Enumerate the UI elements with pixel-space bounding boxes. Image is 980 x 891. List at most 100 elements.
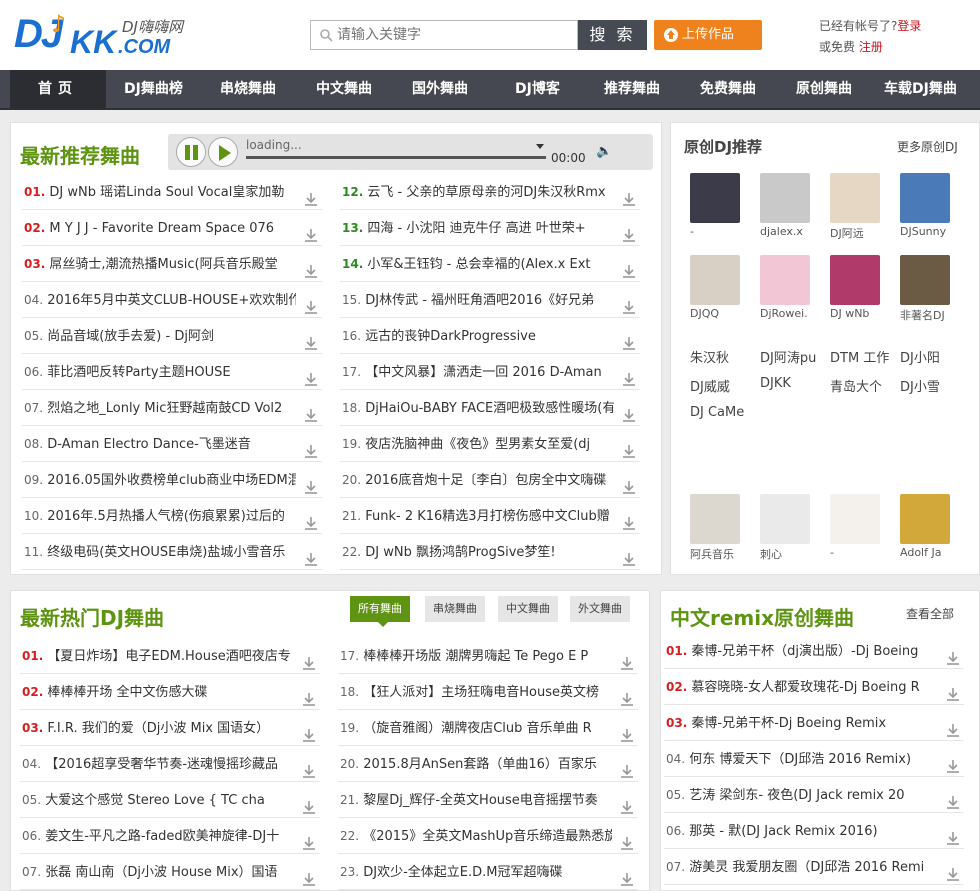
song-title[interactable]: M Y J J - Favorite Dream Space 076: [49, 221, 274, 236]
song-title[interactable]: 【夏日炸场】电子EDM.House酒吧夜店专: [47, 649, 290, 664]
dj-name-link[interactable]: DJ阿涛pu: [760, 347, 816, 366]
song-row[interactable]: 11. 终级电码(英文HOUSE串烧)盐城小雪音乐: [22, 534, 322, 570]
download-icon[interactable]: [302, 793, 316, 814]
song-title[interactable]: 屌丝骑士,潮流热播Music(阿兵音乐殿堂: [49, 257, 277, 272]
song-row[interactable]: 01. DJ wNb 瑶诺Linda Soul Vocal皇家加勒: [22, 174, 322, 210]
song-row[interactable]: 18. DjHaiOu-BABY FACE酒吧极致感性暖场(有: [340, 390, 640, 426]
song-title[interactable]: 四海 - 小沈阳 迪克牛仔 高进 叶世荣+: [367, 221, 585, 236]
song-row[interactable]: 08. D-Aman Electro Dance-飞墨迷音: [22, 426, 322, 462]
dj-avatar[interactable]: [690, 255, 740, 305]
more-original-dj-link[interactable]: 更多原创DJ: [897, 138, 958, 155]
song-title[interactable]: 大爱这个感觉 Stereo Love { TC cha: [45, 793, 265, 808]
site-logo[interactable]: DJ ♪ KK DJ嗨嗨网 .COM: [14, 10, 199, 60]
dj-name-link[interactable]: DJ CaMe: [690, 405, 744, 420]
song-title[interactable]: 【2016超享受奢华节奏-迷魂慢摇珍藏品: [45, 757, 278, 772]
song-title[interactable]: F.I.R. 我们的爱（Dj小波 Mix 国语女）: [47, 721, 269, 736]
tab-chinese[interactable]: 中文舞曲: [498, 596, 558, 622]
song-title[interactable]: 终级电码(英文HOUSE串烧)盐城小雪音乐: [47, 545, 285, 560]
song-row[interactable]: 06. 姜文生-平凡之路-faded欧美神旋律-DJ十: [20, 818, 320, 854]
song-row[interactable]: 21. Funk- 2 K16精选3月打榜伤感中文Club赠: [340, 498, 640, 534]
download-icon[interactable]: [622, 185, 636, 206]
nav-foreign[interactable]: 国外舞曲: [412, 70, 468, 108]
dj-name-link[interactable]: DJ小阳: [900, 347, 940, 366]
download-icon[interactable]: [620, 865, 634, 886]
song-title[interactable]: DjHaiOu-BABY FACE酒吧极致感性暖场(有: [365, 401, 614, 416]
download-icon[interactable]: [620, 685, 634, 706]
song-title[interactable]: 2016底音炮十足〔李白〕包房全中文嗨碟: [365, 473, 606, 488]
login-link[interactable]: 登录: [897, 19, 921, 33]
song-row[interactable]: 01. 秦博-兄弟干杯（dj演出版）-Dj Boeing: [664, 633, 964, 669]
song-row[interactable]: 03. 屌丝骑士,潮流热播Music(阿兵音乐殿堂: [22, 246, 322, 282]
song-row[interactable]: 04. 2016年5月中英文CLUB-HOUSE+欢欢制作: [22, 282, 322, 318]
nav-medley[interactable]: 串烧舞曲: [220, 70, 276, 108]
song-title[interactable]: D-Aman Electro Dance-飞墨迷音: [47, 437, 251, 452]
song-row[interactable]: 16. 远古的丧钟DarkProgressive: [340, 318, 640, 354]
song-row[interactable]: 09. 2016.05国外收费榜单club商业中场EDM混: [22, 462, 322, 498]
song-title[interactable]: 艺涛 梁剑东- 夜色(DJ Jack remix 20: [689, 788, 904, 803]
song-row[interactable]: 02. 棒棒棒开场 全中文伤感大碟: [20, 674, 320, 710]
song-row[interactable]: 04. 何东 博爱天下（DJ邱浩 2016 Remix): [664, 741, 964, 777]
dj-name[interactable]: -: [690, 225, 742, 238]
song-title[interactable]: 【中文风暴】潇洒走一回 2016 D-Aman: [365, 365, 602, 380]
download-icon[interactable]: [302, 649, 316, 670]
dj-avatar[interactable]: [900, 494, 950, 544]
dj-card[interactable]: DJSunny: [900, 173, 952, 243]
dj-avatar[interactable]: [690, 173, 740, 223]
download-icon[interactable]: [302, 829, 316, 850]
play-button[interactable]: [208, 137, 238, 167]
download-icon[interactable]: [304, 401, 318, 422]
song-title[interactable]: 张磊 南山南（Dj小波 House Mix）国语: [45, 865, 277, 880]
song-row[interactable]: 13. 四海 - 小沈阳 迪克牛仔 高进 叶世荣+: [340, 210, 640, 246]
song-row[interactable]: 23. DJ欢少-全体起立E.D.M冠军超嗨碟: [338, 854, 638, 890]
download-icon[interactable]: [622, 221, 636, 242]
download-icon[interactable]: [946, 824, 960, 845]
song-row[interactable]: 22. 《2015》全英文MashUp音乐缔造最熟悉旋: [338, 818, 638, 854]
song-title[interactable]: 秦博-兄弟干杯-Dj Boeing Remix: [691, 716, 886, 731]
song-row[interactable]: 21. 黎屋Dj_辉仔-全英文House电音摇摆节奏: [338, 782, 638, 818]
nav-free[interactable]: 免费舞曲: [700, 70, 756, 108]
download-icon[interactable]: [302, 757, 316, 778]
dj-name-link[interactable]: DTM 工作: [830, 347, 889, 366]
nav-original[interactable]: 原创舞曲: [796, 70, 852, 108]
download-icon[interactable]: [304, 257, 318, 278]
song-title[interactable]: 棒棒棒开场 全中文伤感大碟: [47, 685, 207, 700]
song-row[interactable]: 03. F.I.R. 我们的爱（Dj小波 Mix 国语女）: [20, 710, 320, 746]
song-title[interactable]: 秦博-兄弟干杯（dj演出版）-Dj Boeing: [691, 644, 918, 659]
song-row[interactable]: 19. 夜店洗脑神曲《夜色》型男素女至爱(dj: [340, 426, 640, 462]
song-row[interactable]: 05. 尚品音域(放手去爱) - Dj阿剑: [22, 318, 322, 354]
dj-name[interactable]: DjRowei.: [760, 307, 812, 320]
download-icon[interactable]: [304, 221, 318, 242]
dj-avatar[interactable]: [690, 494, 740, 544]
download-icon[interactable]: [622, 545, 636, 566]
song-row[interactable]: 06. 菲比酒吧反转Party主题HOUSE: [22, 354, 322, 390]
dj-card[interactable]: DjRowei.: [760, 255, 812, 325]
dj-name[interactable]: DJ阿远: [830, 225, 882, 241]
search-button[interactable]: 搜 索: [578, 20, 647, 50]
dj-avatar[interactable]: [830, 255, 880, 305]
song-title[interactable]: 游美灵 我爱朋友圈（DJ邱浩 2016 Remi: [689, 860, 924, 875]
dj-avatar[interactable]: [760, 173, 810, 223]
download-icon[interactable]: [620, 649, 634, 670]
song-row[interactable]: 18. 【狂人派对】主场狂嗨电音House英文榜: [338, 674, 638, 710]
dj-card[interactable]: 阿兵音乐: [690, 494, 742, 564]
search-input[interactable]: [337, 24, 573, 46]
dj-name[interactable]: 刺心: [760, 546, 812, 562]
download-icon[interactable]: [302, 721, 316, 742]
song-title[interactable]: 《2015》全英文MashUp音乐缔造最熟悉旋: [363, 829, 612, 844]
song-title[interactable]: 菲比酒吧反转Party主题HOUSE: [47, 365, 230, 380]
tab-all[interactable]: 所有舞曲: [350, 596, 410, 627]
song-title[interactable]: （旋音雅阁）潮牌夜店Club 音乐单曲 R: [363, 721, 591, 736]
register-link[interactable]: 注册: [859, 40, 883, 54]
download-icon[interactable]: [622, 401, 636, 422]
nav-dj-blog[interactable]: DJ博客: [515, 70, 560, 108]
song-title[interactable]: 何东 博爱天下（DJ邱浩 2016 Remix): [689, 752, 911, 767]
song-title[interactable]: 烈焰之地_Lonly Mic狂野越南鼓CD Vol2: [47, 401, 282, 416]
download-icon[interactable]: [946, 860, 960, 881]
tab-foreign[interactable]: 外文舞曲: [570, 596, 630, 622]
volume-icon[interactable]: 🔈: [596, 144, 612, 159]
dj-name-link[interactable]: 青岛大个: [830, 376, 882, 395]
song-row[interactable]: 15. DJ林传武 - 福州旺角酒吧2016《好兄弟: [340, 282, 640, 318]
download-icon[interactable]: [946, 644, 960, 665]
upload-button[interactable]: 上传作品: [654, 20, 762, 50]
song-title[interactable]: DJ wNb 瑶诺Linda Soul Vocal皇家加勒: [49, 185, 284, 200]
